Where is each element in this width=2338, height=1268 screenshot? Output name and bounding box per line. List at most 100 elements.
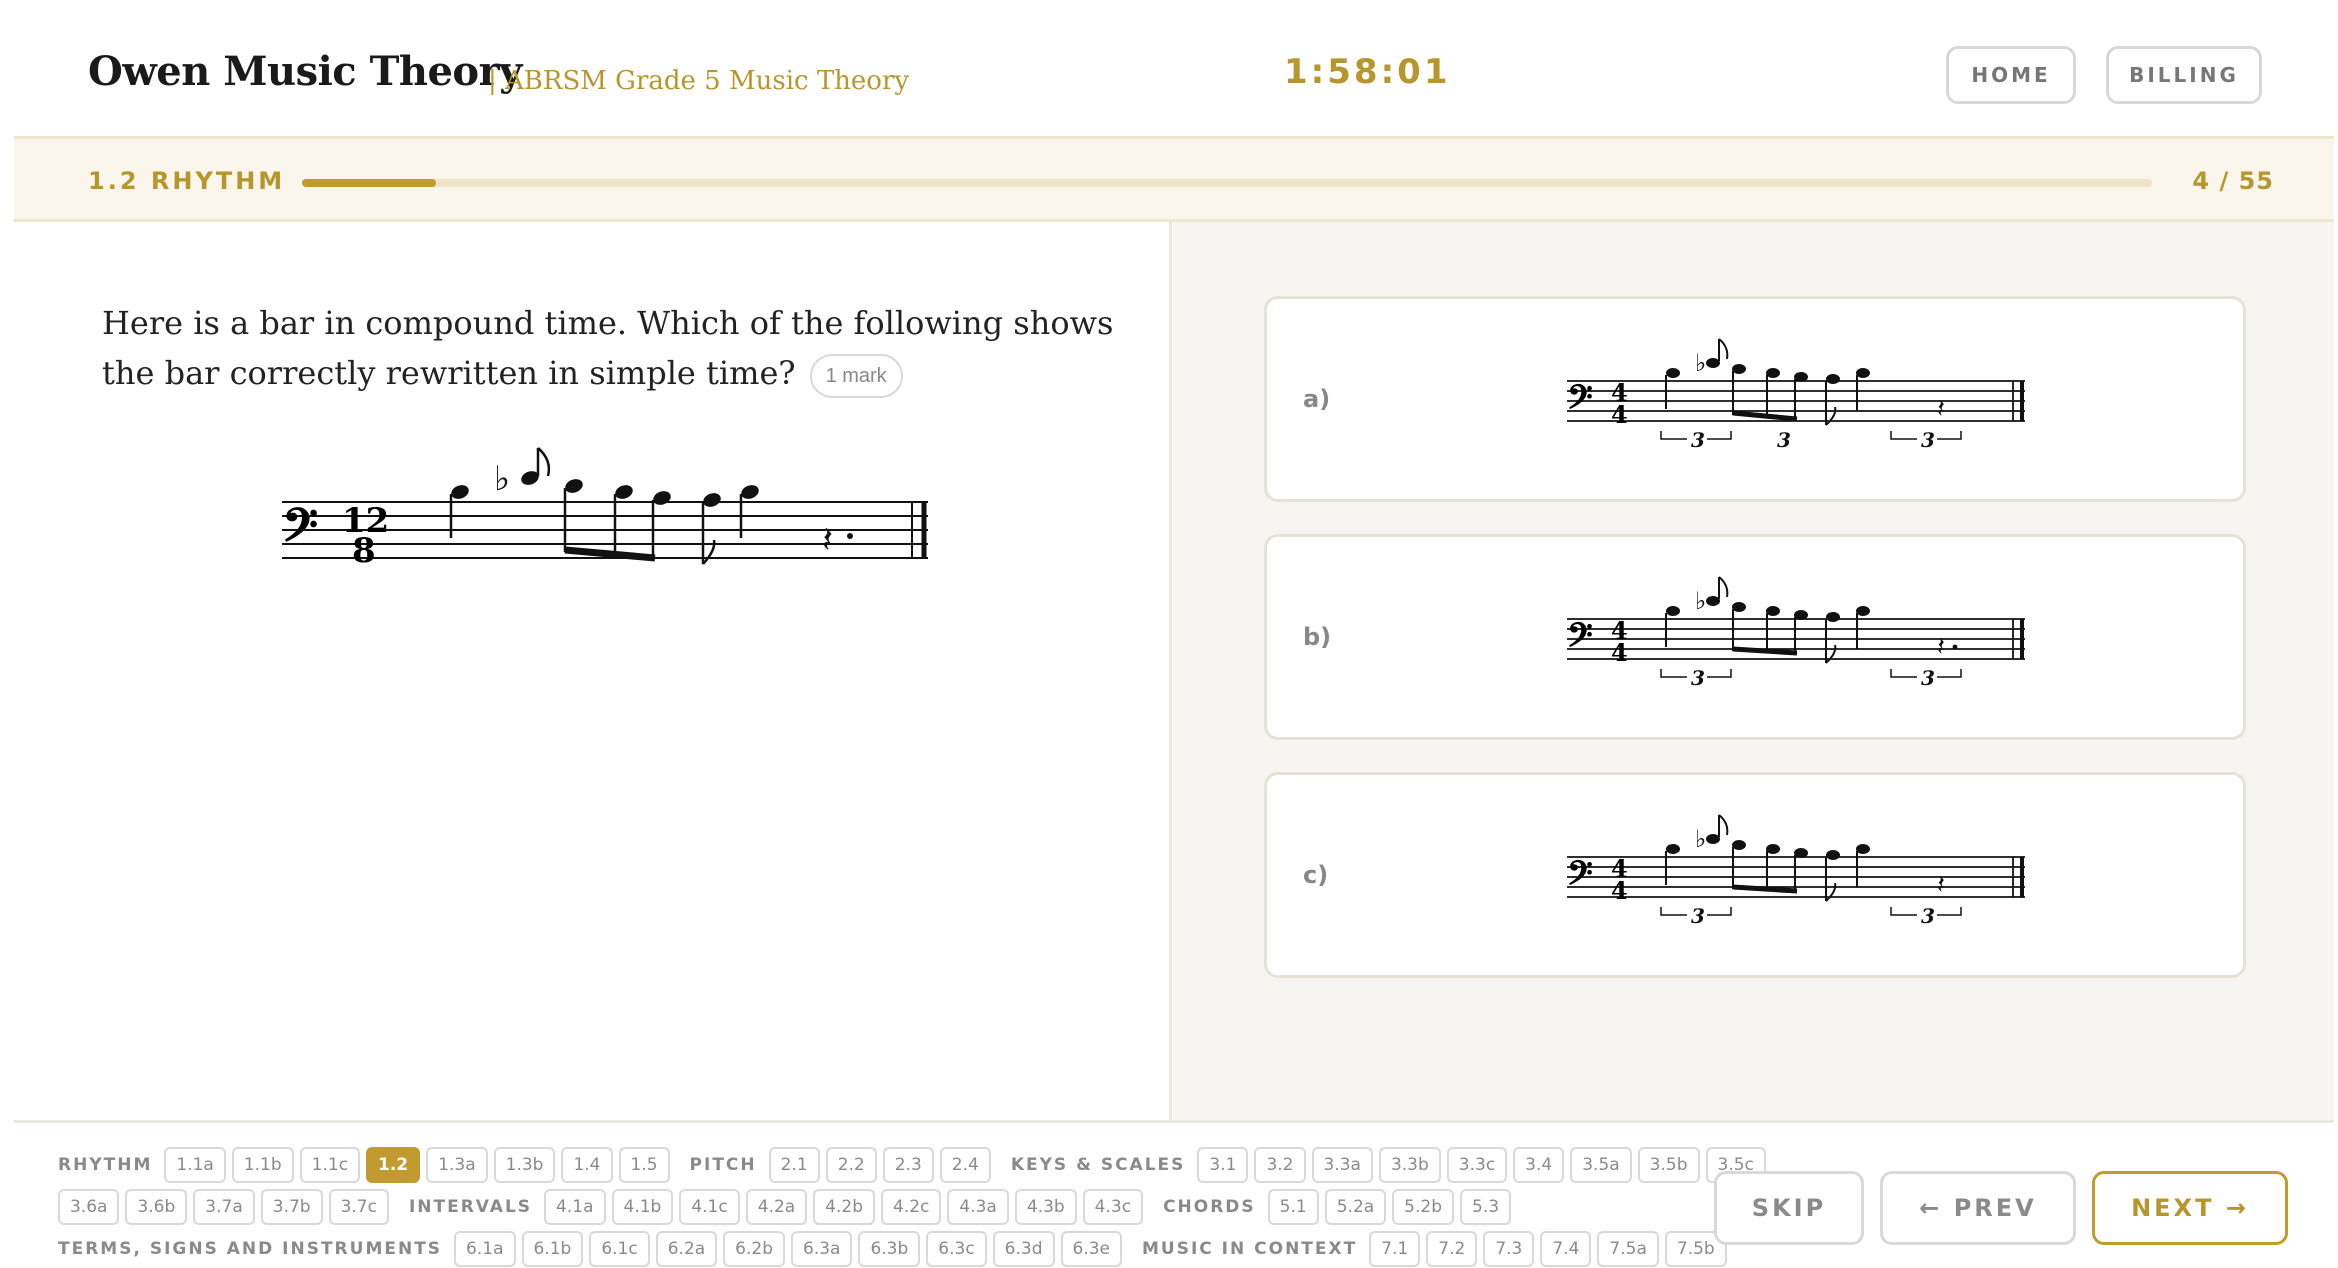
topic-chip[interactable]: 2.3	[882, 1147, 934, 1183]
topic-chip[interactable]: 1.5	[618, 1147, 670, 1183]
question-text-block: Here is a bar in compound time. Which of…	[102, 298, 1142, 398]
topic-chip[interactable]: 7.2	[1426, 1231, 1478, 1267]
topic-nav-row: 3.6a 3.6b 3.7a 3.7b 3.7c INTERVALS 4.1a 4.1b 4.1…	[58, 1189, 1512, 1225]
topic-chip[interactable]: 3.2	[1254, 1147, 1306, 1183]
topic-chip[interactable]: 2.1	[768, 1147, 820, 1183]
question-panel: Here is a bar in compound time. Which of…	[14, 222, 1172, 1122]
countdown-timer: 1:58:01	[1284, 52, 1451, 92]
prev-button[interactable]: ← PREV	[1880, 1171, 2076, 1245]
topic-chip[interactable]: 1.1a	[164, 1147, 226, 1183]
bass-clef-icon: 𝄢	[1567, 616, 1593, 663]
topic-chip[interactable]: 4.1c	[679, 1189, 740, 1225]
time-sig-bottom: 4	[1611, 638, 1628, 667]
option-c-card[interactable]: c) 𝄢 4 4 ♭ 𝄽 3 3	[1264, 772, 2246, 978]
next-button[interactable]: NEXT →	[2092, 1171, 2288, 1245]
section-label: 1.2 RHYTHM	[88, 167, 286, 195]
topic-chip[interactable]: 7.4	[1540, 1231, 1592, 1267]
topic-chip[interactable]: 3.6a	[58, 1189, 120, 1225]
svg-text:𝄽: 𝄽	[1937, 632, 1945, 662]
option-b-card[interactable]: b) 𝄢 4 4 ♭ 𝄽 3 3	[1264, 534, 2246, 740]
question-text: Here is a bar in compound time. Which of…	[102, 304, 1114, 392]
option-label: a)	[1303, 385, 1331, 413]
topic-chip[interactable]: 6.2b	[723, 1231, 785, 1267]
topic-chip[interactable]: 3.3b	[1378, 1147, 1441, 1183]
topic-chip[interactable]: 4.2a	[745, 1189, 808, 1225]
svg-text:♭: ♭	[1695, 349, 1706, 377]
topic-chip[interactable]: 3.6b	[125, 1189, 188, 1225]
topic-chip[interactable]: 6.3a	[791, 1231, 853, 1267]
topic-nav-row: RHYTHM 1.1a 1.1b 1.1c 1.2 1.3a 1.3b 1.4 1.5 PITCH…	[58, 1147, 1766, 1183]
topic-chip[interactable]: 6.3c	[926, 1231, 987, 1267]
marks-badge: 1 mark	[809, 353, 903, 398]
nav-section-label: CHORDS	[1163, 1197, 1256, 1217]
option-b-staff: 𝄢 4 4 ♭ 𝄽 3 3	[1567, 576, 2025, 690]
topic-chip[interactable]: 5.2a	[1324, 1189, 1387, 1225]
topic-chip[interactable]: 6.3b	[858, 1231, 921, 1267]
topic-chip[interactable]: 7.3	[1483, 1231, 1535, 1267]
bass-clef-icon: 𝄢	[1567, 854, 1593, 901]
topic-chip[interactable]: 4.1a	[544, 1189, 606, 1225]
tuplet-label: 3	[1921, 428, 1935, 452]
billing-button[interactable]: BILLING	[2106, 46, 2262, 104]
skip-button[interactable]: SKIP	[1714, 1171, 1864, 1245]
topic-chip[interactable]: 4.3c	[1082, 1189, 1144, 1225]
topic-chip[interactable]: 4.3a	[947, 1189, 1009, 1225]
nav-section-label: TERMS, SIGNS AND INSTRUMENTS	[58, 1239, 443, 1259]
svg-text:𝄽: 𝄽	[1937, 394, 1945, 424]
svg-text:𝄽: 𝄽	[1937, 870, 1945, 900]
svg-text:♭: ♭	[1695, 825, 1706, 853]
svg-text:♭: ♭	[494, 459, 510, 499]
question-count: 4 / 55	[2192, 167, 2274, 195]
topic-chip[interactable]: 4.2b	[813, 1189, 875, 1225]
topic-chip[interactable]: 4.1b	[611, 1189, 674, 1225]
topic-chip[interactable]: 4.2c	[881, 1189, 942, 1225]
topic-chip[interactable]: 3.7b	[260, 1189, 323, 1225]
topic-chip[interactable]: 3.7a	[193, 1189, 255, 1225]
topic-chip[interactable]: 5.3	[1460, 1189, 1512, 1225]
topic-chip[interactable]: 1.3b	[493, 1147, 556, 1183]
tuplet-label: 3	[1777, 428, 1791, 452]
svg-text:♭: ♭	[1695, 587, 1706, 615]
nav-section-label: MUSIC IN CONTEXT	[1142, 1239, 1358, 1259]
topic-chip[interactable]: 4.3b	[1014, 1189, 1077, 1225]
progress-band: 1.2 RHYTHM 4 / 55	[14, 136, 2334, 222]
topic-chip[interactable]: 3.5b	[1637, 1147, 1700, 1183]
topic-chip[interactable]: 5.1	[1267, 1189, 1319, 1225]
topic-chip[interactable]: 6.3d	[992, 1231, 1055, 1267]
course-subtitle: | ABRSM Grade 5 Music Theory	[488, 66, 910, 96]
option-label: c)	[1303, 861, 1329, 889]
time-sig-bottom: 8	[352, 531, 376, 571]
topic-chip[interactable]: 1.3a	[426, 1147, 488, 1183]
home-button[interactable]: HOME	[1946, 46, 2076, 104]
progress-fill	[302, 179, 437, 187]
option-a-staff: 𝄢 4 4 ♭ 𝄽 3 3 3	[1567, 338, 2025, 452]
topic-chip[interactable]: 6.2a	[655, 1231, 718, 1267]
tuplet-label: 3	[1921, 666, 1935, 690]
nav-section-label: INTERVALS	[408, 1197, 533, 1217]
topic-chip[interactable]: 1.4	[561, 1147, 613, 1183]
topic-chip[interactable]: 6.1b	[521, 1231, 584, 1267]
topic-chip[interactable]: 3.7c	[328, 1189, 389, 1225]
topic-chip[interactable]: 6.3e	[1060, 1231, 1122, 1267]
svg-text:𝄽: 𝄽	[822, 520, 833, 561]
topic-chip[interactable]: 3.4	[1513, 1147, 1565, 1183]
footer-nav: RHYTHM 1.1a 1.1b 1.1c 1.2 1.3a 1.3b 1.4 1.5 PITCH…	[14, 1120, 2334, 1268]
topic-chip[interactable]: 1.1b	[231, 1147, 294, 1183]
topic-chip[interactable]: 1.1c	[299, 1147, 361, 1183]
topic-chip[interactable]: 6.1c	[589, 1231, 650, 1267]
topic-chip[interactable]: 3.3c	[1446, 1147, 1508, 1183]
topic-chip[interactable]: 3.5a	[1570, 1147, 1632, 1183]
progress-track	[302, 179, 2152, 187]
option-a-card[interactable]: a) 𝄢 4 4 ♭ 𝄽 3 3 3	[1264, 296, 2246, 502]
topic-chip[interactable]: 2.4	[939, 1147, 991, 1183]
topic-chip[interactable]: 7.5a	[1597, 1231, 1659, 1267]
topic-chip[interactable]: 6.1a	[454, 1231, 516, 1267]
topic-chip[interactable]: 7.1	[1369, 1231, 1421, 1267]
topic-chip[interactable]: 2.2	[825, 1147, 877, 1183]
topic-chip[interactable]: 5.2b	[1392, 1189, 1454, 1225]
nav-section-label: RHYTHM	[58, 1155, 153, 1175]
tuplet-label: 3	[1691, 666, 1705, 690]
topic-chip[interactable]: 3.1	[1197, 1147, 1249, 1183]
topic-chip[interactable]: 3.3a	[1311, 1147, 1373, 1183]
topic-chip[interactable]: 1.2	[366, 1147, 421, 1183]
